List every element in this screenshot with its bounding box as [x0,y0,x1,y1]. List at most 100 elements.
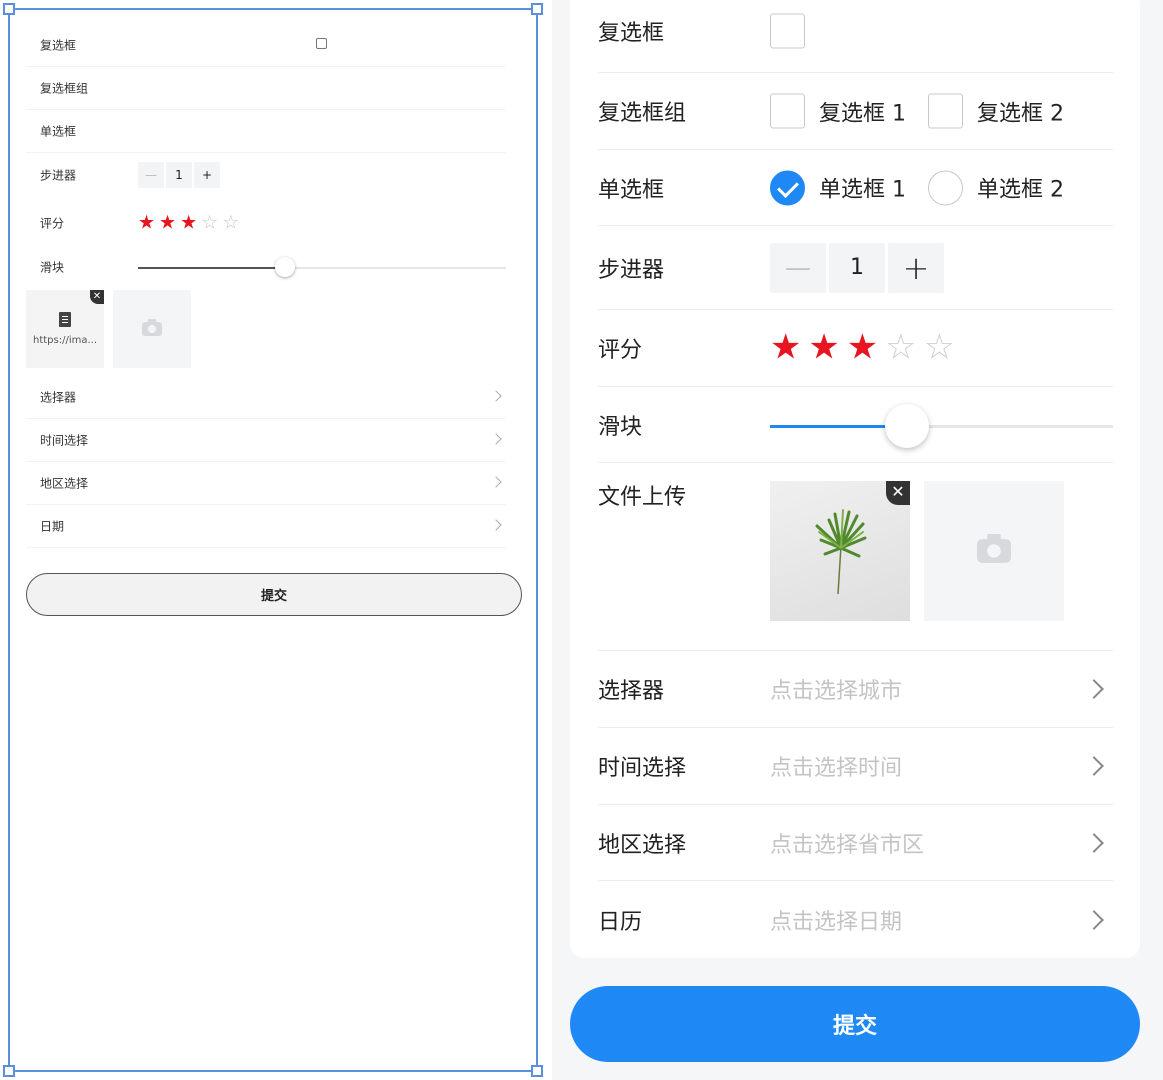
close-icon[interactable]: ✕ [90,290,104,304]
plus-icon[interactable]: + [888,242,944,293]
checkbox[interactable] [928,93,963,129]
form-label: 步进器 [598,257,665,283]
resize-handle-top-left[interactable] [3,3,15,15]
preview-label: 选择器 [40,390,77,405]
form-label: 滑块 [598,414,643,440]
preview-row-rate[interactable]: 评分 ★ ★ ★ ☆ ☆ [26,201,506,244]
camera-icon [977,533,1011,563]
form-row-checkbox: 复选框 [598,0,1113,73]
resize-handle-bottom-left[interactable] [3,1065,15,1077]
picker-placeholder[interactable]: 点击选择城市 [770,673,902,705]
form-label: 评分 [598,338,643,363]
star-outline-icon[interactable]: ☆ [201,213,218,232]
preview-row-date[interactable]: 日期 [26,505,506,548]
form-card: 复选框 复选框组 复选框 1 复选框 2 单选框 单选框 1 单选框 2 步进器… [570,0,1140,958]
checkbox-option-2[interactable]: 复选框 2 [928,93,1064,129]
preview-label: 日期 [40,519,65,534]
slider-thumb[interactable] [885,403,930,448]
form-label: 时间选择 [598,756,687,781]
rate[interactable]: ★ ★ ★ ☆ ☆ [770,330,955,366]
form-row-checkbox-group: 复选框组 复选框 1 复选框 2 [598,73,1113,150]
form-label: 日历 [598,909,643,935]
preview-slider-thumb[interactable] [275,256,296,277]
chevron-right-icon [1084,909,1104,930]
preview-upload-button[interactable] [113,290,191,368]
preview-submit-button[interactable]: 提交 [26,573,522,616]
preview-label: 单选框 [40,124,77,139]
checkbox[interactable] [770,93,805,129]
preview-checkbox[interactable] [316,38,327,49]
checkbox-option-label: 复选框 1 [819,101,906,126]
checkbox-option-label: 复选框 2 [977,101,1064,126]
minus-icon[interactable]: — [770,242,826,293]
preview-label: 地区选择 [40,476,89,491]
preview-slider-track[interactable] [138,256,506,277]
preview-row-stepper[interactable]: 步进器 — 1 + [26,153,506,196]
plus-icon[interactable]: + [194,161,220,188]
preview-row-time[interactable]: 时间选择 [26,419,506,462]
form-row-time[interactable]: 时间选择 点击选择时间 [598,728,1113,805]
resize-handle-top-right[interactable] [531,3,543,15]
form-label: 复选框 [598,21,665,46]
star-outline-icon[interactable]: ☆ [222,213,239,232]
preview-label: 复选框组 [40,81,89,96]
radio-button[interactable] [928,170,963,205]
checkbox[interactable] [770,13,805,49]
preview-uploaded-file[interactable]: https://ima... ✕ [26,290,104,368]
form-row-rate: 评分 ★ ★ ★ ☆ ☆ [598,310,1113,387]
preview-row-checkbox-group[interactable]: 复选框组 [26,67,506,110]
uploaded-image[interactable]: ✕ [770,481,910,621]
preview-stepper-value: 1 [166,161,192,188]
star-icon[interactable]: ★ [770,330,801,366]
area-placeholder[interactable]: 点击选择省市区 [770,827,924,859]
plant-image [815,509,867,595]
star-icon[interactable]: ★ [159,213,176,232]
star-icon[interactable]: ★ [847,330,878,366]
slider-track[interactable] [770,403,1113,448]
star-icon[interactable]: ★ [138,213,155,232]
form-row-calendar[interactable]: 日历 点击选择日期 [598,881,1113,958]
file-icon [59,312,71,327]
preview-label: 时间选择 [40,433,89,448]
chevron-right-icon [490,433,502,445]
radio-option-1[interactable]: 单选框 1 [770,170,906,205]
preview-row-checkbox[interactable]: 复选框 [26,24,506,67]
form-row-area[interactable]: 地区选择 点击选择省市区 [598,805,1113,881]
checkbox-option-1[interactable]: 复选框 1 [770,93,906,129]
design-canvas-frame[interactable]: 复选框 复选框组 单选框 步进器 — 1 + 评分 ★ ★ ★ ☆ ☆ 滑块 h… [3,3,543,1077]
star-outline-icon[interactable]: ☆ [885,330,916,366]
resize-handle-bottom-right[interactable] [531,1065,543,1077]
preview-label: 评分 [40,216,65,230]
form-row-picker[interactable]: 选择器 点击选择城市 [598,651,1113,728]
form-label: 单选框 [598,177,665,203]
close-icon[interactable]: ✕ [886,481,910,505]
form-label: 地区选择 [598,832,687,858]
submit-button[interactable]: 提交 [570,986,1140,1062]
star-icon[interactable]: ★ [180,213,197,232]
star-icon[interactable]: ★ [808,330,839,366]
form-label: 复选框组 [598,101,687,126]
preview-label: 步进器 [40,168,77,182]
preview-stepper[interactable]: — 1 + [138,161,220,188]
chevron-right-icon [1084,679,1104,699]
preview-uploader: https://ima... ✕ [26,290,191,368]
preview-row-slider[interactable]: 滑块 [26,245,506,288]
preview-rate[interactable]: ★ ★ ★ ☆ ☆ [138,213,239,232]
preview-file-name: https://ima... [32,335,98,346]
star-outline-icon[interactable]: ☆ [924,330,955,366]
preview-row-radio[interactable]: 单选框 [26,110,506,153]
preview-row-picker[interactable]: 选择器 [26,376,506,419]
form-row-slider: 滑块 [598,387,1113,463]
preview-label: 复选框 [40,38,77,53]
radio-option-2[interactable]: 单选框 2 [928,170,1064,205]
upload-button[interactable] [924,481,1064,621]
calendar-placeholder[interactable]: 点击选择日期 [770,904,902,936]
quantity-stepper[interactable]: — 1 + [770,242,944,293]
minus-icon[interactable]: — [138,161,164,188]
time-placeholder[interactable]: 点击选择时间 [770,750,902,782]
stepper-value[interactable]: 1 [829,242,885,293]
form-preview-panel: 复选框 复选框组 复选框 1 复选框 2 单选框 单选框 1 单选框 2 步进器… [552,0,1163,1080]
form-label: 选择器 [598,679,665,704]
preview-row-area[interactable]: 地区选择 [26,462,506,505]
check-icon[interactable] [770,170,805,205]
